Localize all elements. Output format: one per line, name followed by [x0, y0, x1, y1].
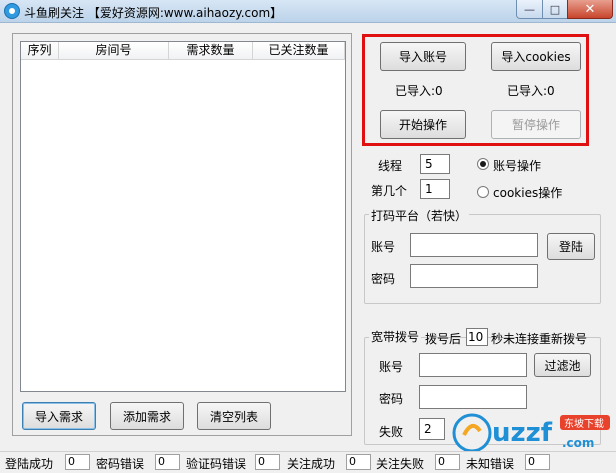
close-button[interactable]: ✕: [567, 0, 613, 19]
captcha-password-label: 密码: [371, 272, 396, 286]
follow-success-value: 0: [346, 454, 371, 470]
minimize-button[interactable]: —: [516, 0, 543, 19]
watermark-sub: .com: [562, 436, 594, 450]
column-header-followed[interactable]: 已关注数量: [253, 42, 345, 60]
captcha-password-input[interactable]: [410, 264, 538, 288]
broadband-account-input[interactable]: [419, 353, 527, 377]
pause-button[interactable]: 暂停操作: [491, 110, 581, 139]
captcha-error-value: 0: [255, 454, 280, 470]
filter-pool-button[interactable]: 过滤池: [534, 353, 591, 377]
import-demand-button[interactable]: 导入需求: [22, 402, 96, 430]
captcha-login-button[interactable]: 登陆: [547, 233, 595, 260]
dial-prefix-label: 拨号后: [425, 332, 462, 346]
clear-list-button[interactable]: 清空列表: [197, 402, 271, 430]
dial-seconds-input[interactable]: 10: [466, 328, 488, 346]
dial-suffix-label: 秒未连接重新拨号: [491, 332, 588, 346]
column-header-index[interactable]: 序列: [21, 42, 59, 60]
accounts-imported-count: 已导入:0: [395, 84, 443, 98]
maximize-button[interactable]: □: [542, 0, 568, 19]
captcha-error-label: 验证码错误: [186, 457, 247, 471]
unknown-error-label: 未知错误: [466, 457, 515, 471]
watermark-tag: 东坡下载: [564, 417, 604, 430]
cookies-mode-label[interactable]: cookies操作: [493, 184, 562, 201]
window-title: 斗鱼刷关注 【爱好资源网:www.aihaozy.com】: [24, 6, 283, 20]
title-bar[interactable]: 斗鱼刷关注 【爱好资源网:www.aihaozy.com】 — □ ✕: [0, 0, 616, 23]
captcha-group-title: 打码平台（若快）: [369, 207, 470, 224]
fail-count-input[interactable]: 2: [419, 418, 445, 440]
demand-list[interactable]: 序列 房间号 需求数量 已关注数量: [20, 41, 346, 392]
threads-input[interactable]: 5: [420, 154, 450, 174]
password-error-label: 密码错误: [96, 457, 145, 471]
password-error-value: 0: [155, 454, 180, 470]
login-success-value: 0: [65, 454, 90, 470]
follow-success-label: 关注成功: [287, 457, 336, 471]
column-header-demand[interactable]: 需求数量: [169, 42, 253, 60]
broadband-password-label: 密码: [379, 392, 404, 406]
captcha-account-label: 账号: [371, 240, 396, 254]
login-success-label: 登陆成功: [5, 457, 54, 471]
account-mode-radio[interactable]: [477, 158, 489, 170]
broadband-account-label: 账号: [379, 360, 404, 374]
list-header: 序列 房间号 需求数量 已关注数量: [21, 42, 345, 60]
index-input[interactable]: 1: [420, 179, 450, 199]
start-button[interactable]: 开始操作: [380, 110, 466, 139]
index-label: 第几个: [371, 184, 408, 198]
threads-label: 线程: [378, 159, 403, 173]
unknown-error-value: 0: [525, 454, 550, 470]
cookies-imported-count: 已导入:0: [507, 84, 555, 98]
follow-fail-label: 关注失败: [376, 457, 425, 471]
broadband-group-title: 宽带拨号: [369, 328, 422, 345]
column-header-room[interactable]: 房间号: [59, 42, 169, 60]
watermark-text: uzzf: [492, 418, 553, 448]
captcha-account-input[interactable]: [410, 233, 538, 257]
follow-fail-value: 0: [435, 454, 460, 470]
app-icon: [4, 3, 20, 19]
account-mode-label[interactable]: 账号操作: [493, 157, 541, 174]
add-demand-button[interactable]: 添加需求: [110, 402, 184, 430]
import-cookies-button[interactable]: 导入cookies: [491, 42, 581, 71]
import-accounts-button[interactable]: 导入账号: [380, 42, 466, 71]
cookies-mode-radio[interactable]: [477, 186, 489, 198]
broadband-password-input[interactable]: [419, 385, 527, 409]
fail-label: 失败: [379, 425, 404, 439]
uzzf-watermark-logo: uzzf .com 东坡下载: [452, 413, 612, 453]
